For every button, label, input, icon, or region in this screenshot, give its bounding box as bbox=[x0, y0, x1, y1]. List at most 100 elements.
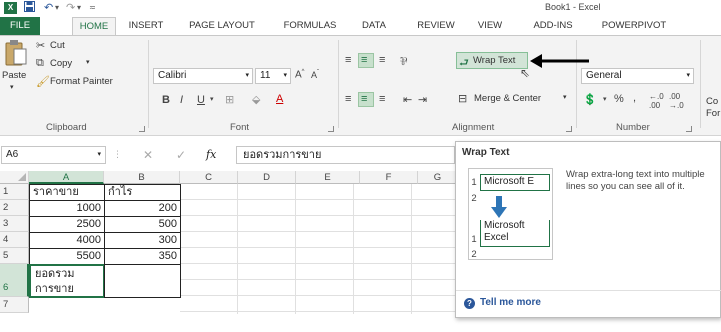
align-top-icon[interactable]: ≡ bbox=[345, 54, 351, 66]
font-name-dropdown[interactable]: Calibri ▾ bbox=[153, 68, 253, 84]
table-cell[interactable]: 1000 bbox=[29, 200, 105, 217]
tab-home[interactable]: HOME bbox=[72, 17, 116, 35]
table-cell[interactable]: กำไร bbox=[104, 184, 181, 201]
enter-icon[interactable]: ✓ bbox=[176, 148, 186, 162]
column-header-d[interactable]: D bbox=[238, 171, 296, 184]
customize-toolbar-icon[interactable]: ≂ bbox=[89, 3, 96, 12]
table-cell[interactable]: 2500 bbox=[29, 216, 105, 233]
merge-center-button[interactable]: ⊟ Merge & Center ▾ bbox=[456, 92, 568, 108]
column-header-b[interactable]: B bbox=[104, 171, 180, 184]
conditional-formatting-label[interactable]: Co bbox=[706, 96, 718, 107]
select-all-corner[interactable] bbox=[0, 171, 29, 184]
table-cell[interactable] bbox=[104, 264, 181, 298]
table-cell[interactable]: 4000 bbox=[29, 232, 105, 249]
number-launcher[interactable] bbox=[686, 126, 692, 132]
format-painter-button[interactable]: 🖌 Format Painter bbox=[36, 75, 140, 89]
table-cell[interactable]: 500 bbox=[104, 216, 181, 233]
empty-cells-area[interactable] bbox=[180, 184, 458, 314]
cell-line: ยอดรวม bbox=[35, 268, 75, 280]
tab-insert[interactable]: INSERT bbox=[124, 17, 168, 35]
tab-review[interactable]: REVIEW bbox=[410, 17, 462, 35]
table-cell[interactable]: 200 bbox=[104, 200, 181, 217]
name-box[interactable]: A6 ▾ bbox=[1, 146, 106, 164]
title-bar: X ↶ ▾ ↷ ▾ ≂ Book1 - Excel bbox=[0, 0, 721, 16]
formula-input[interactable]: ยอดรวมการขาย bbox=[236, 146, 455, 164]
preview-row-number: 2 bbox=[471, 249, 477, 260]
tell-me-more-link[interactable]: ? Tell me more bbox=[464, 297, 541, 309]
underline-button[interactable]: U bbox=[197, 94, 205, 106]
tab-view[interactable]: VIEW bbox=[472, 17, 508, 35]
row-header[interactable]: 2 bbox=[0, 200, 29, 216]
table-cell[interactable]: ราคาขาย bbox=[29, 184, 105, 201]
ribbon-tabs: FILE HOME INSERT PAGE LAYOUT FORMULAS DA… bbox=[0, 17, 721, 35]
table-cell[interactable]: 300 bbox=[104, 232, 181, 249]
column-header-c[interactable]: C bbox=[180, 171, 238, 184]
borders-icon[interactable]: ⊞ bbox=[225, 93, 234, 106]
increase-decimal-icon[interactable]: ←.0.00 bbox=[649, 92, 664, 110]
font-color-icon[interactable]: A bbox=[276, 93, 283, 105]
decrease-indent-icon[interactable]: ⇤ bbox=[403, 93, 412, 106]
tab-data[interactable]: DATA bbox=[354, 17, 394, 35]
table-cell[interactable]: 5500 bbox=[29, 248, 105, 265]
tab-file[interactable]: FILE bbox=[0, 17, 40, 35]
tab-formulas[interactable]: FORMULAS bbox=[278, 17, 342, 35]
tab-powerpivot[interactable]: POWERPIVOT bbox=[594, 17, 674, 35]
insert-function-button[interactable]: fx bbox=[206, 148, 216, 161]
tab-page-layout[interactable]: PAGE LAYOUT bbox=[178, 17, 266, 35]
align-right-icon[interactable]: ≡ bbox=[379, 93, 385, 105]
bold-button[interactable]: B bbox=[162, 94, 170, 106]
preview-line: Microsoft bbox=[484, 220, 525, 231]
column-header-g[interactable]: G bbox=[418, 171, 458, 184]
row-header[interactable]: 4 bbox=[0, 232, 29, 248]
increase-font-icon[interactable]: A^ bbox=[295, 69, 305, 80]
align-center-button[interactable]: ≡ bbox=[358, 92, 374, 107]
font-launcher[interactable] bbox=[328, 126, 334, 132]
format-as-table-label[interactable]: For bbox=[706, 108, 720, 119]
accounting-format-icon[interactable]: 💲 bbox=[583, 93, 597, 106]
percent-button[interactable]: % bbox=[614, 93, 624, 105]
tab-add-ins[interactable]: ADD-INS bbox=[524, 17, 582, 35]
decrease-font-icon[interactable]: Aˇ bbox=[311, 70, 319, 80]
copy-button[interactable]: ⧉ Copy ▾ bbox=[36, 57, 116, 71]
table-cell[interactable]: 350 bbox=[104, 248, 181, 265]
align-left-icon[interactable]: ≡ bbox=[345, 93, 351, 105]
cut-button[interactable]: ✂ Cut bbox=[36, 39, 96, 53]
align-bottom-icon[interactable]: ≡ bbox=[379, 54, 385, 66]
row-header[interactable]: 1 bbox=[0, 184, 29, 200]
decrease-decimal-icon[interactable]: .00 →.0 bbox=[669, 92, 684, 110]
column-header-f[interactable]: F bbox=[360, 171, 418, 184]
excel-logo: X bbox=[4, 2, 17, 14]
increase-indent-icon[interactable]: ⇥ bbox=[418, 93, 427, 106]
column-header-e[interactable]: E bbox=[296, 171, 360, 184]
number-format-dropdown[interactable]: General ▾ bbox=[581, 68, 694, 84]
row-header[interactable]: 6 bbox=[0, 264, 29, 297]
row-header[interactable]: 3 bbox=[0, 216, 29, 232]
scissors-icon: ✂ bbox=[36, 40, 46, 52]
cancel-icon[interactable]: ✕ bbox=[143, 148, 153, 162]
row-header[interactable]: 5 bbox=[0, 248, 29, 264]
undo-dropdown-icon[interactable]: ▾ bbox=[55, 3, 59, 12]
wrap-text-button[interactable]: ⮐ Wrap Text bbox=[456, 52, 528, 69]
accounting-dropdown-icon[interactable]: ▾ bbox=[603, 95, 607, 103]
active-cell-a6[interactable]: ยอดรวม การขาย bbox=[29, 264, 105, 298]
redo-icon[interactable]: ↷ bbox=[66, 1, 75, 14]
row-header[interactable]: 7 bbox=[0, 297, 29, 313]
redo-dropdown-icon[interactable]: ▾ bbox=[77, 3, 81, 12]
paste-button[interactable]: Paste ▾ bbox=[2, 39, 30, 101]
clipboard-launcher[interactable] bbox=[139, 126, 145, 132]
paste-icon bbox=[5, 40, 27, 66]
save-icon[interactable] bbox=[24, 1, 35, 15]
comma-button[interactable]: , bbox=[633, 92, 636, 104]
italic-button[interactable]: I bbox=[180, 94, 183, 106]
alignment-launcher[interactable] bbox=[566, 126, 572, 132]
fill-color-icon[interactable]: ⬙ bbox=[252, 93, 260, 106]
tooltip-divider bbox=[456, 290, 721, 291]
underline-dropdown-icon[interactable]: ▾ bbox=[210, 95, 214, 103]
align-middle-button[interactable]: ≡ bbox=[358, 53, 374, 68]
orientation-icon[interactable]: ⅌ bbox=[400, 54, 407, 69]
preview-row-number: 2 bbox=[471, 193, 477, 204]
column-header-a[interactable]: A bbox=[29, 171, 104, 184]
name-box-value: A6 bbox=[6, 149, 19, 160]
font-size-dropdown[interactable]: 11 ▾ bbox=[255, 68, 291, 84]
undo-icon[interactable]: ↶ bbox=[44, 1, 53, 14]
